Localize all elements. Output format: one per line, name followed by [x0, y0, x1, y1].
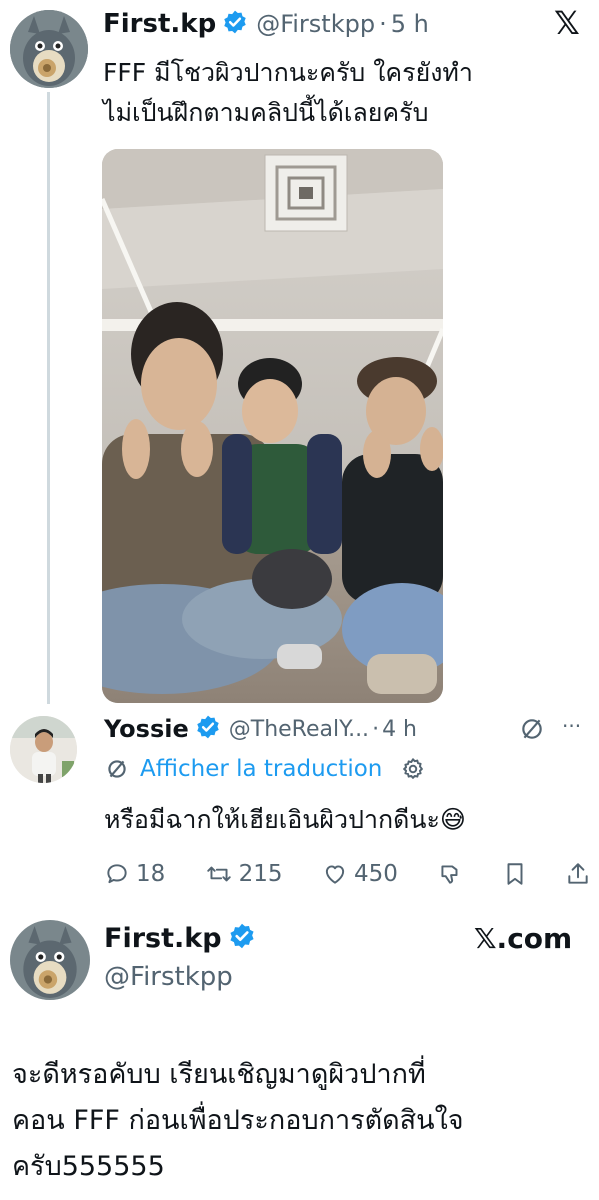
- avatar[interactable]: [10, 716, 77, 783]
- timestamp[interactable]: 5 h: [391, 10, 429, 38]
- reply-header: Yossie @TheRealY... · 4 h: [104, 711, 417, 747]
- reply-text: หรือมีฉากให้เฮียเอินผิวปากดีนะ😅: [104, 805, 466, 834]
- tweet-text-line: คอน FFF ก่อนเพื่อประกอบการตัดสินใจ: [12, 1105, 464, 1136]
- tweet-text-line: FFF มีโชวผิวปากนะครับ ใครยังทำ: [103, 58, 473, 87]
- timestamp[interactable]: 4 h: [382, 717, 417, 742]
- tweet-text: FFF มีโชวผิวปากนะครับ ใครยังทำ ไม่เป็นฝึ…: [103, 53, 583, 133]
- verified-badge-icon: [222, 9, 248, 39]
- like-button[interactable]: 450: [322, 861, 398, 887]
- person-avatar-image: [10, 716, 77, 783]
- retweet-button[interactable]: 215: [205, 861, 283, 887]
- thread-line: [47, 92, 50, 704]
- dislike-button[interactable]: [437, 861, 463, 887]
- tweet-text-line: ครับ555555: [12, 1151, 165, 1182]
- bookmark-button[interactable]: [503, 861, 527, 887]
- show-translation-link[interactable]: Afficher la traduction: [140, 756, 382, 782]
- handle[interactable]: @TheRealY...: [229, 717, 369, 742]
- share-button[interactable]: [566, 861, 590, 887]
- settings-gear-icon[interactable]: [400, 756, 426, 782]
- reply-button[interactable]: 18: [104, 861, 165, 887]
- separator-dot: ·: [379, 10, 387, 38]
- retweet-icon: [206, 866, 231, 882]
- display-name[interactable]: First.kp: [104, 923, 222, 954]
- tweet-header: First.kp: [104, 922, 256, 954]
- retweet-count: 215: [238, 861, 283, 887]
- tweet-text: จะดีหรอคับบ เรียนเชิญมาดูผิวปากที่ คอน F…: [12, 1052, 464, 1190]
- translate-icon: [104, 756, 130, 782]
- totoro-avatar-image: [10, 10, 88, 88]
- display-name[interactable]: Yossie: [104, 715, 189, 743]
- photo-image: [102, 149, 443, 703]
- no-translate-icon[interactable]: [518, 715, 546, 743]
- avatar[interactable]: [10, 10, 88, 88]
- avatar[interactable]: [10, 920, 90, 1000]
- reply-icon: [107, 864, 127, 884]
- handle[interactable]: @Firstkpp: [104, 962, 233, 992]
- totoro-avatar-image: [10, 920, 90, 1000]
- tweet-text-line: ไม่เป็นฝึกตามคลิปนี้ได้เลยครับ: [103, 98, 429, 127]
- tweet-text-line: จะดีหรอคับบ เรียนเชิญมาดูผิวปากที่: [12, 1059, 426, 1090]
- share-icon: [568, 863, 588, 884]
- handle[interactable]: @Firstkpp: [256, 10, 375, 38]
- reply-count: 18: [136, 861, 166, 887]
- separator-dot: ·: [372, 716, 380, 742]
- x-logo[interactable]: 𝕏: [554, 4, 580, 42]
- x-com-brand[interactable]: 𝕏.com: [474, 922, 572, 955]
- tweet-media-photo[interactable]: [102, 149, 443, 703]
- action-bar: 18 215 450: [104, 856, 590, 892]
- display-name[interactable]: First.kp: [103, 9, 216, 39]
- like-count: 450: [353, 861, 398, 887]
- more-options-icon[interactable]: ···: [562, 714, 581, 738]
- tweet-header: First.kp @Firstkpp · 5 h: [103, 6, 429, 42]
- verified-badge-icon: [195, 714, 221, 744]
- translate-row: Afficher la traduction: [104, 756, 426, 782]
- thumbs-down-icon: [441, 865, 458, 884]
- heart-icon: [325, 865, 345, 884]
- bookmark-icon: [507, 863, 523, 885]
- verified-badge-icon: [228, 922, 256, 954]
